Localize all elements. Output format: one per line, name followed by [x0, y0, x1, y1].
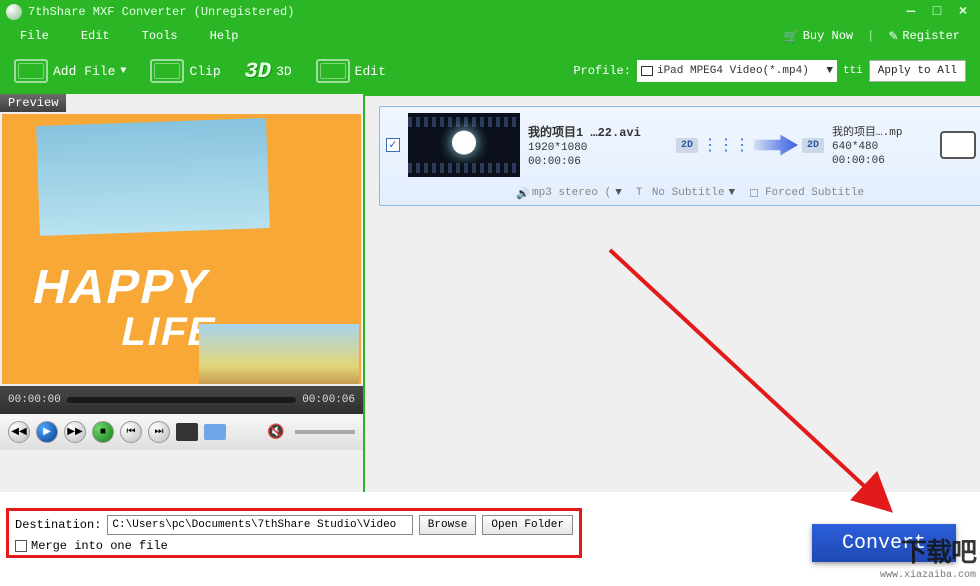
output-resolution: 640*480 — [832, 141, 932, 153]
chevron-down-icon: ▼ — [826, 65, 833, 77]
minimize-button[interactable]: — — [900, 4, 922, 20]
preview-panel: Preview HAPPY LIFE 00:00:00 00:00:06 ◀◀ … — [0, 94, 365, 492]
destination-label: Destination: — [15, 518, 101, 532]
snapshot-button[interactable] — [176, 423, 198, 441]
file-thumbnail — [408, 113, 520, 177]
timeline[interactable]: 00:00:00 00:00:06 — [0, 386, 363, 414]
profile-select[interactable]: iPad MPEG4 Video(*.mp4) ▼ — [637, 60, 837, 82]
watermark: 下载吧 www.xiazaiba.com — [880, 539, 976, 582]
menu-help[interactable]: Help — [210, 29, 239, 43]
step-back-button[interactable]: ⏮ — [120, 421, 142, 443]
edit-button[interactable]: Edit — [316, 59, 386, 83]
clip-icon — [150, 59, 184, 83]
preview-canvas: HAPPY LIFE — [2, 114, 361, 384]
film-icon — [14, 59, 48, 83]
file-checkbox[interactable]: ✓ — [386, 138, 400, 152]
bottom-bar: Destination: Browse Open Folder Merge in… — [0, 500, 980, 586]
destination-input[interactable] — [107, 515, 412, 535]
main-area: Preview HAPPY LIFE 00:00:00 00:00:06 ◀◀ … — [0, 94, 980, 492]
buy-now-label: Buy Now — [803, 29, 853, 43]
open-folder-button[interactable]: Open Folder — [482, 515, 573, 535]
mute-icon[interactable]: 🔇 — [267, 422, 289, 442]
edit-label: Edit — [355, 64, 386, 79]
subtitle-value: No Subtitle — [652, 187, 725, 199]
buy-now-link[interactable]: 🛒 Buy Now — [784, 29, 853, 44]
window-title: 7thShare MXF Converter (Unregistered) — [28, 5, 900, 19]
menu-edit[interactable]: Edit — [81, 29, 110, 43]
audio-select[interactable]: 🔊 mp3 stereo ( ▼ — [516, 187, 622, 199]
clip-label: Clip — [189, 64, 220, 79]
destination-box: Destination: Browse Open Folder Merge in… — [6, 508, 582, 558]
open-snapshot-folder-button[interactable] — [204, 424, 226, 440]
seek-slider[interactable] — [67, 397, 296, 403]
time-end: 00:00:06 — [302, 394, 355, 406]
output-info: 我的项目….mp 640*480 00:00:06 — [832, 123, 932, 167]
source-info: 我的项目1 …22.avi 1920*1080 00:00:06 — [528, 123, 668, 168]
add-file-label: Add File — [53, 64, 115, 79]
forced-label: Forced Subtitle — [765, 187, 864, 199]
threeD-label: 3D — [276, 64, 292, 79]
watermark-url: www.xiazaiba.com — [880, 570, 976, 582]
title-bar: 7thShare MXF Converter (Unregistered) — … — [0, 0, 980, 24]
chevron-down-icon: ▼ — [120, 66, 126, 77]
file-list: ✓ 我的项目1 …22.avi 1920*1080 00:00:06 2D ⋮⋮… — [365, 94, 980, 492]
time-start: 00:00:00 — [8, 394, 61, 406]
lock-icon: ☐ — [749, 187, 761, 199]
edit-icon — [316, 59, 350, 83]
step-fwd-button[interactable]: ⏭ — [148, 421, 170, 443]
register-link[interactable]: ✎ Register — [888, 29, 960, 44]
play-button[interactable]: ▶ — [36, 421, 58, 443]
source-resolution: 1920*1080 — [528, 142, 668, 154]
output-duration: 00:00:06 — [832, 155, 932, 167]
player-controls: ◀◀ ▶ ▶▶ ■ ⏮ ⏭ 🔇 — [0, 414, 363, 450]
conversion-arrow: 2D ⋮⋮⋮ 2D — [676, 132, 824, 158]
profile-settings-icon[interactable]: tti — [843, 65, 863, 77]
volume-slider[interactable] — [295, 430, 355, 434]
threeD-icon: 3D — [245, 59, 271, 84]
preview-tab: Preview — [0, 94, 66, 112]
merge-checkbox[interactable] — [15, 540, 27, 552]
app-icon — [6, 4, 22, 20]
watermark-text: 下载吧 — [880, 539, 976, 570]
add-file-button[interactable]: Add File ▼ — [14, 59, 126, 83]
pen-icon: ✎ — [888, 29, 898, 44]
profile-value: iPad MPEG4 Video(*.mp4) — [657, 65, 809, 77]
maximize-button[interactable]: □ — [926, 4, 948, 20]
cart-icon: 🛒 — [784, 29, 799, 44]
profile-label: Profile: — [573, 64, 631, 78]
device-icon — [940, 131, 976, 159]
prev-button[interactable]: ◀◀ — [8, 421, 30, 443]
arrow-icon — [754, 132, 798, 158]
chevron-down-icon: ▼ — [615, 187, 622, 199]
badge-2d: 2D — [676, 138, 698, 153]
output-name: 我的项目….mp — [832, 123, 932, 139]
speaker-icon: 🔊 — [516, 187, 528, 199]
menu-tools[interactable]: Tools — [142, 29, 178, 43]
subtitle-select[interactable]: T No Subtitle ▼ — [636, 187, 735, 199]
close-button[interactable]: × — [952, 4, 974, 20]
apply-to-all-button[interactable]: Apply to All — [869, 60, 966, 82]
device-icon — [641, 66, 653, 76]
badge-2d: 2D — [802, 138, 824, 153]
clip-button[interactable]: Clip — [150, 59, 220, 83]
browse-button[interactable]: Browse — [419, 515, 477, 535]
register-label: Register — [902, 29, 960, 43]
source-name: 我的项目1 …22.avi — [528, 123, 668, 140]
source-duration: 00:00:06 — [528, 156, 668, 168]
chevron-down-icon: ▼ — [728, 187, 735, 199]
menu-file[interactable]: File — [20, 29, 49, 43]
preview-text-happy: HAPPY — [28, 260, 215, 315]
toolbar: Add File ▼ Clip 3D 3D Edit Profile: iPad… — [0, 48, 980, 94]
forced-subtitle-toggle[interactable]: ☐ Forced Subtitle — [749, 187, 864, 199]
menu-bar: File Edit Tools Help 🛒 Buy Now | ✎ Regis… — [0, 24, 980, 48]
window-controls: — □ × — [900, 4, 974, 20]
audio-value: mp3 stereo ( — [532, 187, 611, 199]
merge-label: Merge into one file — [31, 539, 168, 553]
next-button[interactable]: ▶▶ — [64, 421, 86, 443]
threeD-button[interactable]: 3D 3D — [245, 59, 292, 84]
file-item[interactable]: ✓ 我的项目1 …22.avi 1920*1080 00:00:06 2D ⋮⋮… — [379, 106, 980, 206]
subtitle-icon: T — [636, 187, 648, 199]
stop-button[interactable]: ■ — [92, 421, 114, 443]
